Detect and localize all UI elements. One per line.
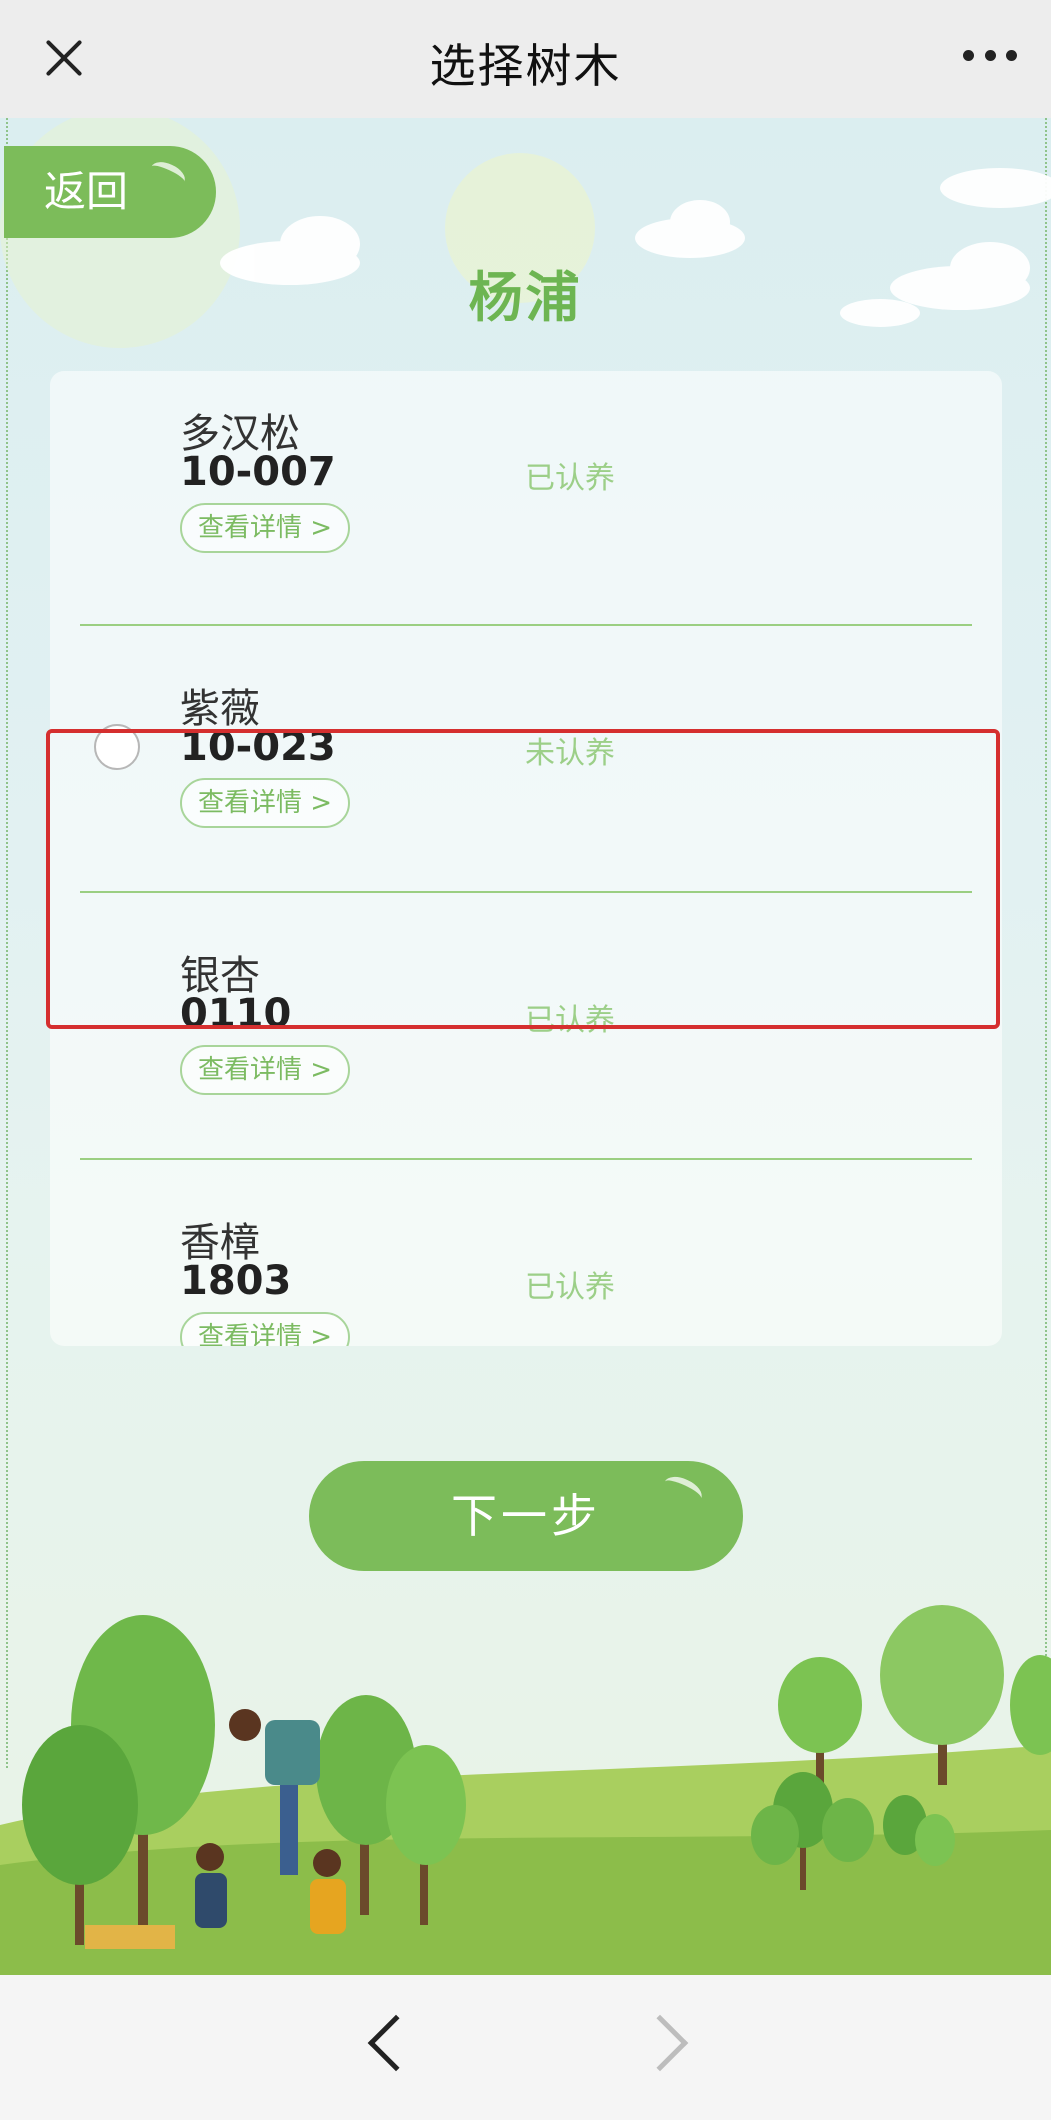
list-item: 多汉松 10-007 已认养 查看详情 >	[50, 371, 1002, 619]
page-title: 选择树木	[429, 39, 622, 93]
button-shine-decoration	[147, 157, 189, 191]
tree-code: 10-007	[180, 449, 336, 495]
view-details-button[interactable]: 查看详情 >	[180, 503, 350, 553]
tree-selection-page: 返回 杨浦 多汉松 10-007 已认养 查看详情 > 紫薇 10-023 未认…	[0, 118, 1051, 1975]
next-step-label: 下一步	[451, 1489, 601, 1543]
landscape-illustration	[0, 1605, 1051, 1975]
back-label: 返回	[44, 167, 129, 216]
list-item: 香樟 1803 已认养 查看详情 >	[50, 1160, 1002, 1346]
adoption-status: 已认养	[525, 461, 615, 496]
button-shine-decoration	[660, 1471, 706, 1509]
forward-arrow-icon[interactable]	[631, 2014, 689, 2072]
adoption-status: 已认养	[525, 1270, 615, 1305]
bottom-nav	[0, 1975, 1051, 2120]
selection-highlight	[46, 729, 1000, 1029]
view-details-button[interactable]: 查看详情 >	[180, 1312, 350, 1346]
next-step-button[interactable]: 下一步	[309, 1461, 743, 1571]
district-title: 杨浦	[468, 266, 583, 329]
back-button[interactable]: 返回	[4, 146, 216, 238]
tree-code: 1803	[180, 1258, 292, 1304]
back-arrow-icon[interactable]	[367, 2014, 425, 2072]
more-icon[interactable]	[963, 50, 1017, 64]
title-bar: 选择树木	[0, 0, 1051, 118]
view-details-button[interactable]: 查看详情 >	[180, 1045, 350, 1095]
